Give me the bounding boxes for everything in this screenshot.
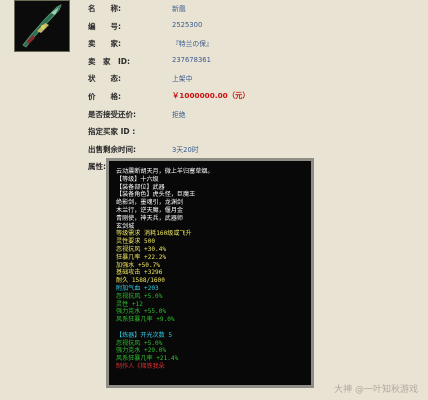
attribute-line: 忽视抗风 +5.0%	[116, 292, 163, 300]
attribute-line: 云动震断胡天月，微上羊归塞草烟。	[116, 168, 214, 175]
attribute-line: 附加气血 +203	[116, 284, 159, 292]
detail-label: 属性:	[88, 162, 106, 172]
detail-value: 237678361	[172, 55, 211, 64]
attributes-panel: 云动震断胡天月，微上羊归塞草烟。 【等级】十六级 【装备部位】武器 【装备角色】虎头怪…	[106, 158, 314, 388]
detail-value: 2525300	[172, 20, 203, 29]
attribute-line: 制作人《梯铁我朵	[116, 362, 165, 370]
detail-label: 名 称:	[88, 4, 121, 13]
attribute-lines: 云动震断胡天月，微上羊归塞草烟。 【等级】十六级 【装备部位】武器 【装备角色】虎头怪…	[109, 161, 311, 371]
detail-row-seller-id: 卖 家 ID: 237678361	[88, 53, 418, 71]
detail-label: 编 号:	[88, 21, 121, 31]
attribute-line: 【等级】十六级	[116, 175, 159, 183]
attribute-line: 耐久 1588/1600	[116, 277, 165, 285]
detail-value: 拒绝	[172, 110, 186, 119]
detail-row-id: 编 号: 2525300	[88, 18, 418, 36]
detail-row-price: 价 格: ￥1000000.00（元）	[88, 88, 418, 106]
attribute-line: 基础攻击 +3296	[116, 269, 163, 277]
attribute-line: 狂暴几率 +22.2%	[116, 253, 167, 261]
attribute-line: 青刚使，神天兵，武器师	[116, 214, 184, 222]
detail-row-buyer-id: 指定买家 ID :	[88, 123, 418, 141]
item-detail-list: 名 称: 新凰 编 号: 2525300 卖 家: 『特兰の保』 卖 家 ID:…	[88, 0, 418, 176]
price-value: ￥1000000.00（元）	[172, 90, 250, 100]
detail-label: 状 态:	[88, 74, 121, 84]
sword-item-icon	[15, 1, 69, 51]
attribute-line: 风系狂暴几率 +9.0%	[116, 316, 175, 324]
detail-label: 是否接受还价:	[88, 109, 136, 119]
attribute-line: 风系狂暴几率 +21.4%	[116, 355, 179, 363]
seller-link[interactable]: 『特兰の保』	[172, 38, 213, 48]
detail-label: 出售剩余时间:	[88, 144, 136, 154]
watermark: 大神 @一叶知秋游戏	[334, 385, 418, 395]
attribute-line: 等级需求 消耗160级或飞升	[116, 230, 192, 238]
attribute-line: 【炼器】开光次数 5	[116, 331, 173, 339]
detail-row-time-left: 出售剩余时间: 3天20时	[88, 141, 418, 159]
detail-row-counter-offer: 是否接受还价: 拒绝	[88, 106, 418, 124]
attribute-line: 强力克水 +29.0%	[116, 347, 167, 355]
detail-value: 新凰	[172, 5, 186, 13]
attribute-line: 强力克水 +55.0%	[116, 308, 167, 316]
detail-row-seller: 卖 家: 『特兰の保』	[88, 35, 418, 53]
detail-row-status: 状 态: 上架中	[88, 70, 418, 88]
attribute-line: 灵性要求 500	[116, 238, 156, 246]
attribute-line	[116, 324, 311, 332]
attribute-line: 木兰行，逆天魔，偃月金	[116, 206, 184, 214]
detail-label: 卖 家 ID:	[88, 56, 131, 66]
detail-label: 指定买家 ID :	[88, 127, 136, 137]
status-value: 上架中	[172, 75, 193, 84]
detail-label: 价 格:	[88, 91, 121, 101]
detail-label: 卖 家:	[88, 39, 121, 49]
attribute-line: 忽视抗风 +30.4%	[116, 245, 167, 253]
attribute-line: 绝影剑，墨魂引，龙渊剑	[116, 199, 184, 207]
detail-row-name: 名 称: 新凰	[88, 0, 418, 18]
item-thumbnail	[14, 0, 70, 52]
detail-value: 3天20时	[172, 145, 199, 154]
